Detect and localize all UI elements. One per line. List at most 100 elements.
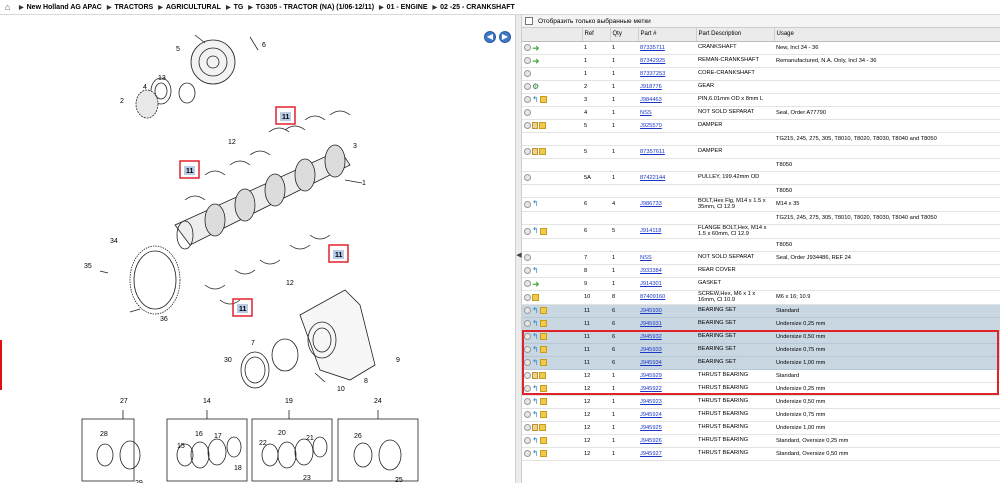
table-row[interactable]: 12 1 J945925 THRUST BEARING Undersize 1,00 m… <box>522 421 1000 435</box>
part-number-cell[interactable]: J986733 <box>638 197 696 212</box>
table-row[interactable]: 5 1 J925570 DAMPER <box>522 119 1000 133</box>
table-row[interactable]: T8050 <box>522 184 1000 198</box>
document-icon[interactable] <box>532 424 538 431</box>
table-row[interactable]: ↰ 12 1 J945927 THRUST BEARING Standard, Overs… <box>522 447 1000 461</box>
history-arrow-icon[interactable]: ↰ <box>532 358 539 367</box>
callout-label[interactable]: 22 <box>259 440 267 447</box>
column-header[interactable]: Part Description <box>696 28 775 42</box>
part-number-cell[interactable]: 87342925 <box>638 54 696 68</box>
document-icon[interactable] <box>532 148 538 155</box>
table-row[interactable]: ↰ 12 1 J945923 THRUST BEARING Undersize 0,50 … <box>522 395 1000 409</box>
add-to-cart-icon[interactable] <box>524 424 531 431</box>
callout-label[interactable]: 12 <box>286 280 294 287</box>
part-number-cell[interactable]: J945925 <box>638 421 696 435</box>
replacement-arrow-icon[interactable]: ➜ <box>532 43 540 52</box>
add-to-cart-icon[interactable] <box>524 333 531 340</box>
package-icon[interactable] <box>539 411 547 418</box>
callout-label[interactable]: 36 <box>160 316 168 323</box>
callout-label[interactable]: 11 <box>335 252 343 259</box>
document-icon[interactable] <box>532 372 538 379</box>
package-icon[interactable] <box>539 227 547 235</box>
table-row[interactable]: ↰ 12 1 J945922 THRUST BEARING Undersize 0,25 … <box>522 382 1000 396</box>
callout-label[interactable]: 20 <box>278 430 286 437</box>
callout-label[interactable]: 2 <box>120 98 124 105</box>
table-row[interactable]: 5 1 87357611 DAMPER <box>522 145 1000 159</box>
callout-label[interactable]: 24 <box>374 398 382 405</box>
part-number-cell[interactable]: J945924 <box>638 408 696 422</box>
history-arrow-icon[interactable]: ↰ <box>532 449 539 458</box>
package-icon[interactable] <box>539 96 547 103</box>
callout-label[interactable]: 19 <box>285 398 293 405</box>
breadcrumb-item[interactable]: TG <box>234 4 244 11</box>
part-number-cell[interactable]: J933384 <box>638 264 696 278</box>
table-row[interactable]: ↰ 8 1 J933384 REAR COVER <box>522 264 1000 278</box>
package-icon[interactable] <box>539 424 546 431</box>
part-number-cell[interactable]: J945931 <box>638 317 696 331</box>
callout-label[interactable]: 16 <box>195 431 203 438</box>
table-row[interactable]: TG215, 245, 275, 305, T8010, T8020, T803… <box>522 132 1000 146</box>
table-row[interactable]: ↰ 11 6 J945934 BEARING SET Undersize 1,00 mm <box>522 356 1000 370</box>
part-number-cell[interactable]: J945926 <box>638 434 696 448</box>
table-row[interactable]: ⚙ 2 1 J918776 GEAR <box>522 80 1000 94</box>
gear-icon[interactable]: ⚙ <box>532 82 539 91</box>
callout-label[interactable]: 18 <box>234 465 242 472</box>
add-to-cart-icon[interactable] <box>524 254 531 261</box>
part-number-cell[interactable]: J945930 <box>638 304 696 318</box>
history-arrow-icon[interactable]: ↰ <box>532 410 539 419</box>
column-header[interactable]: Usage <box>774 28 1000 42</box>
callout-label[interactable]: 30 <box>224 357 232 364</box>
table-row[interactable]: T8050 <box>522 158 1000 172</box>
package-icon[interactable] <box>539 320 547 327</box>
table-row[interactable]: 4 1 NSS NOT SOLD SEPARAT Seal, Order A77790 <box>522 106 1000 120</box>
part-number-cell[interactable]: J945923 <box>638 395 696 409</box>
table-row[interactable]: ➜ 9 1 J914301 GASKET <box>522 277 1000 291</box>
callout-label[interactable]: 7 <box>251 340 255 347</box>
add-to-cart-icon[interactable] <box>524 122 531 129</box>
callout-label[interactable]: 25 <box>395 477 403 483</box>
callout-label[interactable]: 11 <box>186 168 194 175</box>
history-arrow-icon[interactable]: ↰ <box>532 227 539 235</box>
table-row[interactable]: ↰ 11 6 J945931 BEARING SET Undersize 0,25 mm <box>522 317 1000 331</box>
package-icon[interactable] <box>539 122 546 129</box>
package-icon[interactable] <box>539 148 546 155</box>
callout-label[interactable]: 23 <box>303 475 311 482</box>
add-to-cart-icon[interactable] <box>524 307 531 314</box>
add-to-cart-icon[interactable] <box>524 372 531 379</box>
package-icon[interactable] <box>539 450 547 457</box>
part-number-cell[interactable]: J945934 <box>638 356 696 370</box>
table-row[interactable]: ↰ 11 6 J945930 BEARING SET Standard <box>522 304 1000 318</box>
add-to-cart-icon[interactable] <box>524 450 531 457</box>
callout-label[interactable]: 8 <box>364 378 368 385</box>
add-to-cart-icon[interactable] <box>524 411 531 418</box>
add-to-cart-icon[interactable] <box>524 227 531 235</box>
table-row[interactable]: ↰ 6 5 J914118 FLANGE BOLT,Hex, M14 x 1.5 x 6… <box>522 224 1000 239</box>
callout-label[interactable]: 13 <box>158 75 166 82</box>
table-row[interactable]: ➜ 1 1 87342925 REMAN-CRANKSHAFT Remanufacture… <box>522 54 1000 68</box>
add-to-cart-icon[interactable] <box>524 148 531 155</box>
breadcrumb-item[interactable]: New Holland AG APAC <box>27 4 102 11</box>
add-to-cart-icon[interactable] <box>524 70 531 77</box>
history-arrow-icon[interactable]: ↰ <box>532 332 539 341</box>
callout-label[interactable]: 3 <box>353 143 357 150</box>
table-row[interactable]: T8050 <box>522 238 1000 252</box>
table-row[interactable]: 10 8 87409160 SCREW,Hex, M6 x 1 x 16mm, Cl … <box>522 290 1000 305</box>
filter-selected-toggle[interactable]: Отобразить только выбранные метки <box>522 15 1000 28</box>
add-to-cart-icon[interactable] <box>524 320 531 327</box>
callout-label[interactable]: 11 <box>239 306 247 313</box>
home-icon[interactable]: ⌂ <box>3 2 12 12</box>
add-to-cart-icon[interactable] <box>524 359 531 366</box>
history-arrow-icon[interactable]: ↰ <box>532 345 539 354</box>
callout-label[interactable]: 5 <box>176 46 180 53</box>
callout-label[interactable]: 21 <box>306 435 314 442</box>
pane-splitter[interactable]: ◀ <box>515 15 522 483</box>
part-number-cell[interactable]: J925570 <box>638 119 696 133</box>
part-number-cell[interactable]: 87409160 <box>638 290 696 305</box>
filter-checkbox[interactable] <box>525 17 533 25</box>
add-to-cart-icon[interactable] <box>524 44 531 51</box>
breadcrumb-item[interactable]: 02 -25 - CRANKSHAFT <box>440 4 515 11</box>
table-row[interactable]: ➜ 1 1 87335711 CRANKSHAFT New, Incl 34 - 36 <box>522 41 1000 55</box>
breadcrumb-item[interactable]: AGRICULTURAL <box>166 4 221 11</box>
add-to-cart-icon[interactable] <box>524 385 531 392</box>
part-number-cell[interactable]: NSS <box>638 106 696 120</box>
table-row[interactable]: ↰ 6 4 J986733 BOLT,Hex Flg, M14 x 1.5 x 35mm… <box>522 197 1000 212</box>
